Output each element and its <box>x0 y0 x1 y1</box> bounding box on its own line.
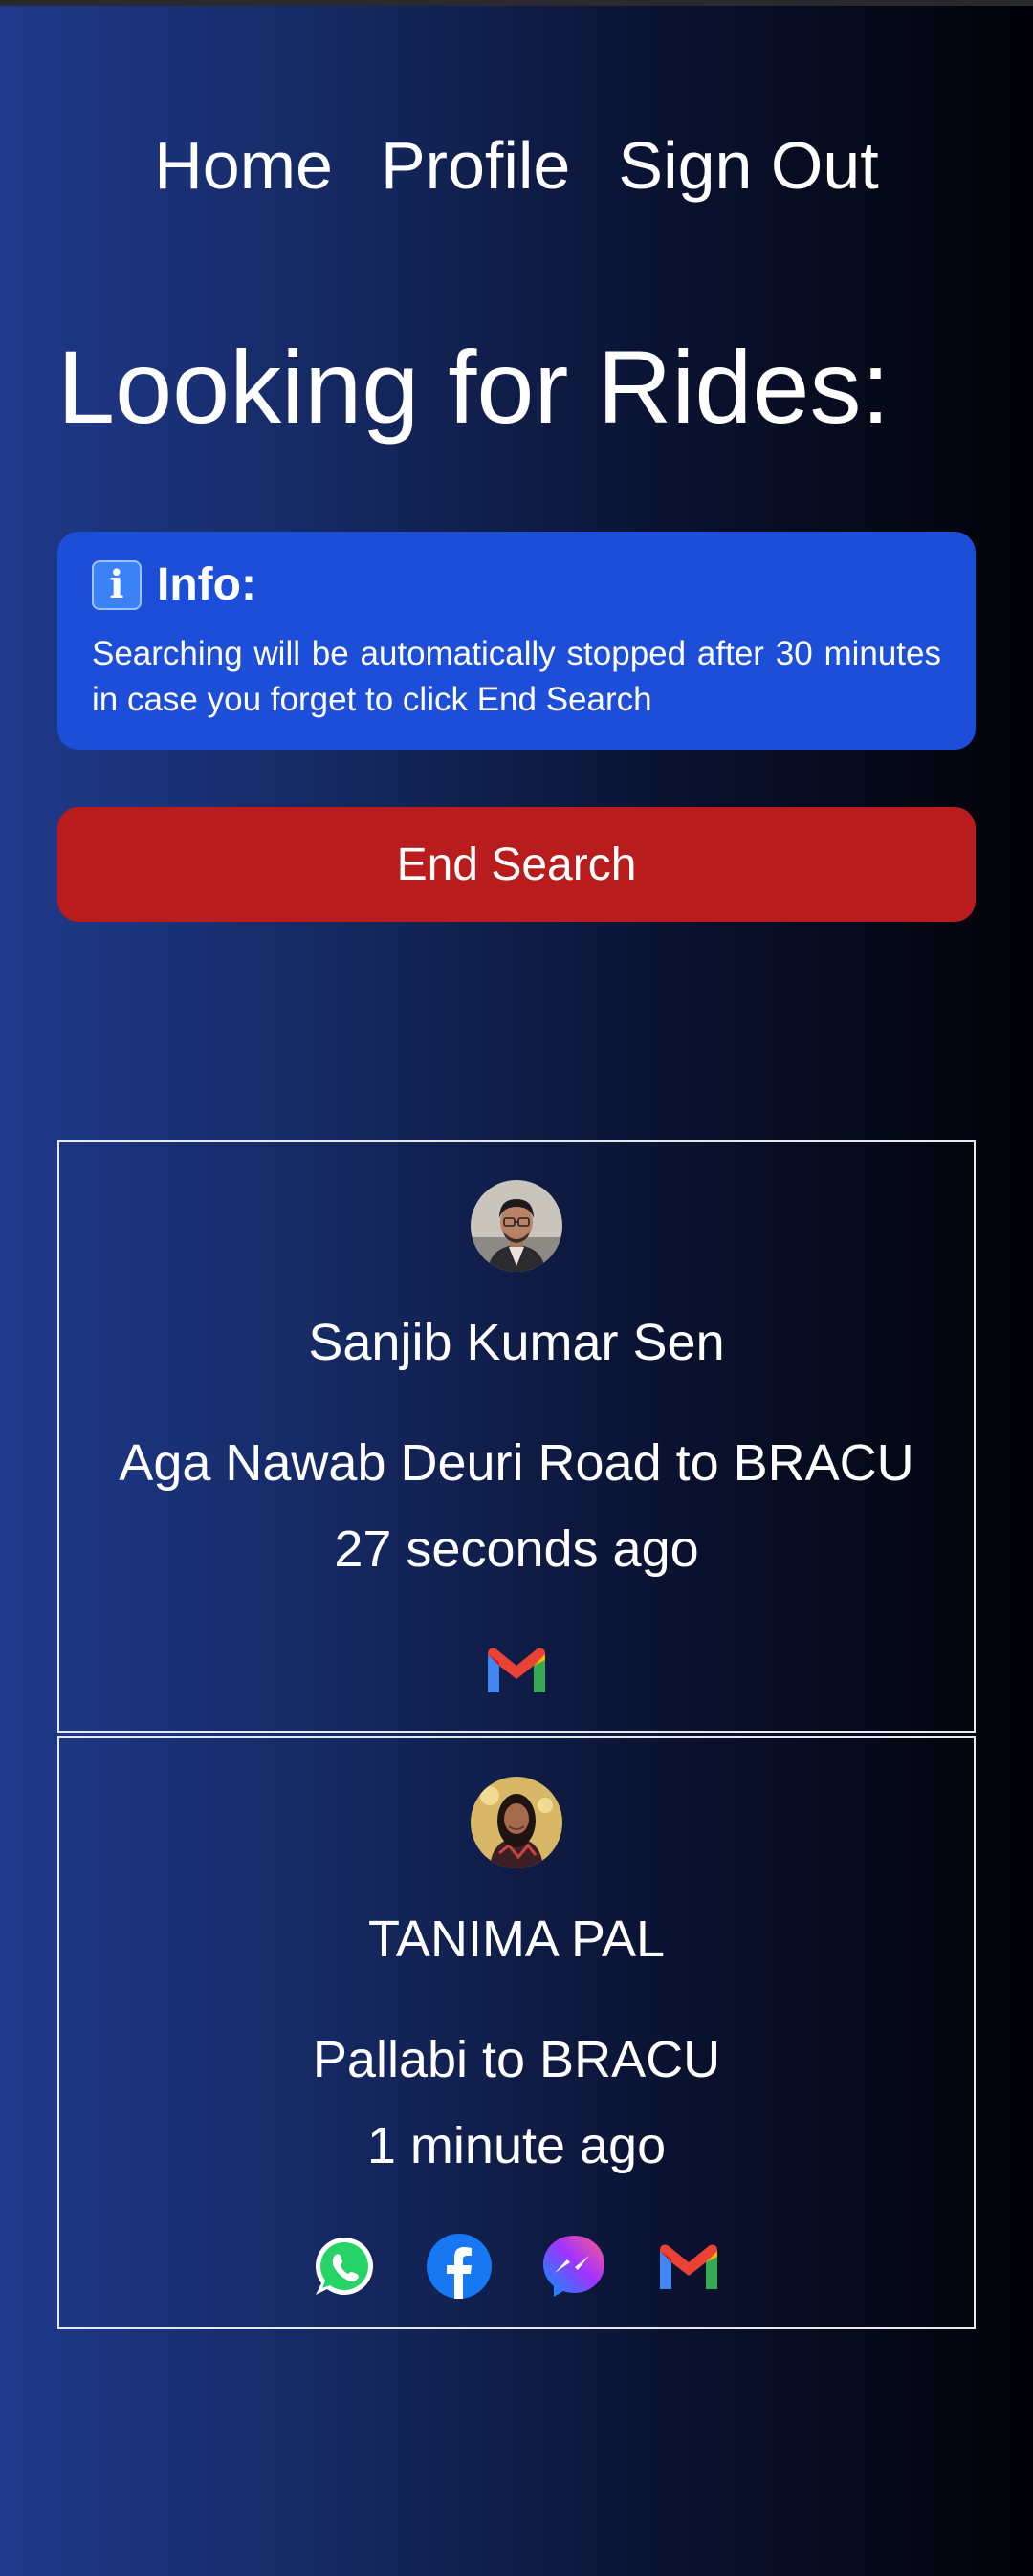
ride-time-ago: 1 minute ago <box>366 2117 667 2174</box>
ride-route: Aga Nawab Deuri Road to BRACU <box>119 1434 914 1492</box>
avatar-sanjib <box>471 1180 562 1272</box>
messenger-icon[interactable] <box>539 2232 608 2301</box>
info-message: Searching will be automatically stopped … <box>92 635 941 718</box>
info-icon: i <box>92 560 142 610</box>
ride-card: TANIMA PAL Pallabi to BRACU 1 minute ago <box>57 1736 976 2329</box>
main-nav: Home Profile Sign Out <box>0 122 1033 208</box>
top-strip <box>0 0 1033 6</box>
nav-profile-link[interactable]: Profile <box>381 122 570 208</box>
contact-links <box>59 1635 974 1702</box>
whatsapp-icon[interactable] <box>310 2232 379 2301</box>
end-search-button[interactable]: End Search <box>57 807 976 922</box>
gmail-icon[interactable] <box>654 2232 723 2301</box>
nav-home-link[interactable]: Home <box>154 122 333 208</box>
ride-route: Pallabi to BRACU <box>312 2031 721 2088</box>
rider-name: Sanjib Kumar Sen <box>308 1314 725 1371</box>
ride-list: Sanjib Kumar Sen Aga Nawab Deuri Road to… <box>57 1140 976 2329</box>
info-alert: i Info: Searching will be automatically … <box>57 532 976 750</box>
page-title: Looking for Rides: <box>57 329 890 445</box>
contact-links <box>59 2232 974 2299</box>
rider-name: TANIMA PAL <box>367 1910 666 1968</box>
info-header: i Info: <box>92 557 941 614</box>
facebook-icon[interactable] <box>425 2232 494 2301</box>
ride-card: Sanjib Kumar Sen Aga Nawab Deuri Road to… <box>57 1140 976 1733</box>
nav-sign-out-link[interactable]: Sign Out <box>618 122 878 208</box>
gmail-icon[interactable] <box>482 1635 551 1704</box>
ride-time-ago: 27 seconds ago <box>334 1520 699 1578</box>
avatar-tanima <box>471 1777 562 1868</box>
info-title: Info: <box>157 559 256 610</box>
